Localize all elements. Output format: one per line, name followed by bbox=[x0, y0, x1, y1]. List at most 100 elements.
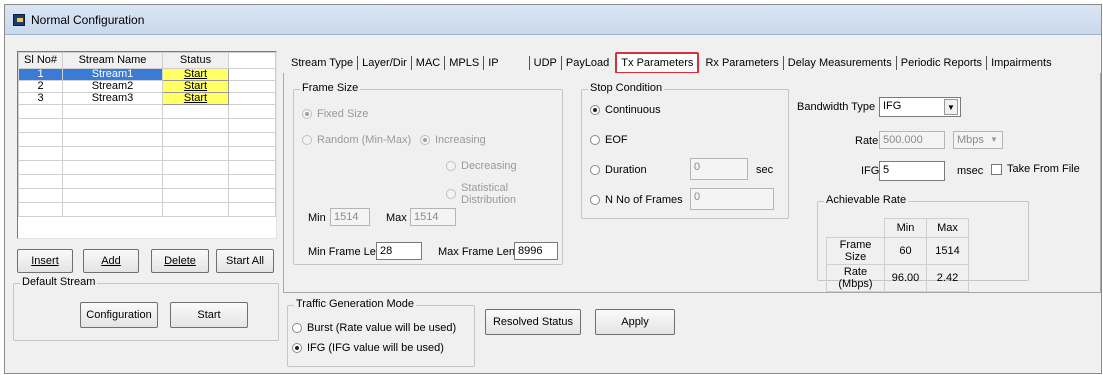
min-input[interactable]: 1514 bbox=[330, 208, 370, 226]
achievable-rate-legend: Achievable Rate bbox=[824, 194, 909, 206]
tab-impairments[interactable]: Impairments bbox=[987, 54, 1056, 72]
apply-button[interactable]: Apply bbox=[595, 309, 675, 335]
start-status-button[interactable]: Start bbox=[162, 92, 229, 105]
rate-max: 2.42 bbox=[926, 264, 969, 292]
n-frames-input[interactable]: 0 bbox=[690, 188, 774, 210]
tab-layer-dir[interactable]: Layer/Dir bbox=[358, 54, 411, 72]
n-frames-radio[interactable]: N No of Frames bbox=[590, 194, 683, 206]
start-status-button[interactable]: Start bbox=[162, 80, 229, 93]
bandwidth-type-select[interactable]: IFG ▼ bbox=[879, 97, 961, 117]
header-status[interactable]: Status bbox=[162, 52, 229, 69]
header-stream-name[interactable]: Stream Name bbox=[62, 52, 163, 69]
achievable-rate-table: Min Max Frame Size 60 1514 Rate (Mbps) 9… bbox=[826, 218, 969, 292]
decreasing-radio[interactable]: Decreasing bbox=[446, 160, 517, 172]
checkbox-box bbox=[991, 163, 1002, 175]
row-no: 1 bbox=[18, 68, 63, 81]
tab-udp[interactable]: UDP bbox=[530, 54, 561, 72]
eof-radio[interactable]: EOF bbox=[590, 134, 628, 146]
col-min-header: Min bbox=[884, 218, 927, 238]
radio-indicator bbox=[302, 109, 312, 119]
window-title: Normal Configuration bbox=[31, 13, 145, 27]
achievable-rate-group: Achievable Rate Min Max Frame Size 60 15… bbox=[817, 194, 1029, 292]
min-frame-len-input[interactable]: 28 bbox=[376, 242, 422, 260]
radio-indicator bbox=[446, 189, 456, 199]
continuous-radio[interactable]: Continuous bbox=[590, 104, 661, 116]
burst-radio[interactable]: Burst (Rate value will be used) bbox=[292, 322, 456, 334]
ifg-unit: msec bbox=[957, 165, 984, 177]
header-slno[interactable]: Sl No# bbox=[18, 52, 63, 69]
insert-button[interactable]: Insert bbox=[17, 249, 73, 273]
frame-size-row-label: Frame Size bbox=[826, 237, 885, 265]
tab-periodic-reports[interactable]: Periodic Reports bbox=[897, 54, 986, 72]
tab-tx-parameters[interactable]: Tx Parameters bbox=[615, 52, 700, 74]
stream-table: Sl No# Stream Name Status 1 Stream1 Star… bbox=[17, 51, 277, 239]
start-all-button[interactable]: Start All bbox=[216, 249, 274, 273]
max-label: Max bbox=[386, 212, 407, 224]
radio-indicator bbox=[590, 135, 600, 145]
rate-input[interactable]: 500.000 bbox=[879, 131, 945, 149]
tab-stream-type[interactable]: Stream Type bbox=[287, 54, 357, 72]
table-row[interactable]: 2 Stream2 Start bbox=[18, 80, 276, 93]
frame-size-min: 60 bbox=[884, 237, 927, 265]
tab-mpls[interactable]: MPLS bbox=[445, 54, 483, 72]
default-stream-legend: Default Stream bbox=[20, 276, 98, 288]
increasing-radio[interactable]: Increasing bbox=[420, 134, 486, 146]
tab-payload[interactable]: PayLoad bbox=[562, 54, 613, 72]
add-button[interactable]: Add bbox=[83, 249, 139, 273]
statistical-distribution-label: Statistical Distribution bbox=[461, 182, 517, 206]
max-frame-len-input[interactable]: 8996 bbox=[514, 242, 558, 260]
table-row[interactable]: 1 Stream1 Start bbox=[18, 68, 276, 81]
resolved-status-button[interactable]: Resolved Status bbox=[485, 309, 581, 335]
continuous-label: Continuous bbox=[605, 104, 661, 116]
take-from-file-checkbox[interactable]: Take From File bbox=[991, 163, 1080, 175]
traffic-mode-legend: Traffic Generation Mode bbox=[294, 298, 417, 310]
duration-unit: sec bbox=[756, 164, 774, 176]
bandwidth-type-label: Bandwidth Type bbox=[797, 101, 876, 113]
rate-unit-select[interactable]: Mbps ▼ bbox=[953, 131, 1003, 149]
tab-ip[interactable]: IP bbox=[484, 54, 528, 72]
stop-condition-legend: Stop Condition bbox=[588, 82, 665, 94]
bandwidth-type-value: IFG bbox=[883, 100, 902, 112]
duration-input[interactable]: 0 bbox=[690, 158, 748, 180]
row-no: 2 bbox=[18, 80, 63, 93]
col-max-header: Max bbox=[926, 218, 969, 238]
random-min-max-label: Random (Min-Max) bbox=[317, 134, 412, 146]
row-name: Stream2 bbox=[62, 80, 163, 93]
eof-label: EOF bbox=[605, 134, 628, 146]
rate-label: Rate bbox=[855, 135, 879, 147]
fixed-size-radio[interactable]: Fixed Size bbox=[302, 108, 368, 120]
tab-rx-parameters[interactable]: Rx Parameters bbox=[701, 54, 782, 72]
statistical-distribution-radio[interactable]: Statistical Distribution bbox=[446, 182, 562, 206]
default-start-button[interactable]: Start bbox=[170, 302, 248, 328]
tab-strip: Stream Type Layer/Dir MAC MPLS IP UDP Pa… bbox=[287, 51, 1056, 75]
ifg-mode-radio[interactable]: IFG (IFG value will be used) bbox=[292, 342, 444, 354]
delete-button[interactable]: Delete bbox=[151, 249, 209, 273]
frame-size-legend: Frame Size bbox=[300, 82, 361, 94]
table-row[interactable]: 3 Stream3 Start bbox=[18, 92, 276, 105]
radio-indicator bbox=[590, 195, 600, 205]
row-no: 3 bbox=[18, 92, 63, 105]
ifg-mode-label: IFG (IFG value will be used) bbox=[307, 342, 444, 354]
radio-indicator bbox=[292, 343, 302, 353]
take-from-file-label: Take From File bbox=[1007, 163, 1080, 175]
configuration-button[interactable]: Configuration bbox=[80, 302, 158, 328]
min-label: Min bbox=[308, 212, 326, 224]
row-name: Stream3 bbox=[62, 92, 163, 105]
tab-delay-measurements[interactable]: Delay Measurements bbox=[784, 54, 896, 72]
frame-size-max: 1514 bbox=[926, 237, 969, 265]
start-status-button[interactable]: Start bbox=[162, 68, 229, 81]
traffic-generation-mode-group: Traffic Generation Mode Burst (Rate valu… bbox=[287, 298, 475, 367]
app-icon bbox=[13, 14, 25, 26]
tab-mac[interactable]: MAC bbox=[412, 54, 444, 72]
title-bar: Normal Configuration bbox=[5, 5, 1101, 35]
duration-radio[interactable]: Duration bbox=[590, 164, 647, 176]
n-frames-label: N No of Frames bbox=[605, 194, 683, 206]
duration-label: Duration bbox=[605, 164, 647, 176]
decreasing-label: Decreasing bbox=[461, 160, 517, 172]
random-min-max-radio[interactable]: Random (Min-Max) bbox=[302, 134, 411, 146]
radio-indicator bbox=[590, 165, 600, 175]
default-stream-group: Default Stream Configuration Start bbox=[13, 276, 279, 341]
min-frame-len-label: Min Frame Len bbox=[308, 246, 382, 258]
ifg-input[interactable]: 5 bbox=[879, 161, 945, 181]
max-input[interactable]: 1514 bbox=[410, 208, 456, 226]
